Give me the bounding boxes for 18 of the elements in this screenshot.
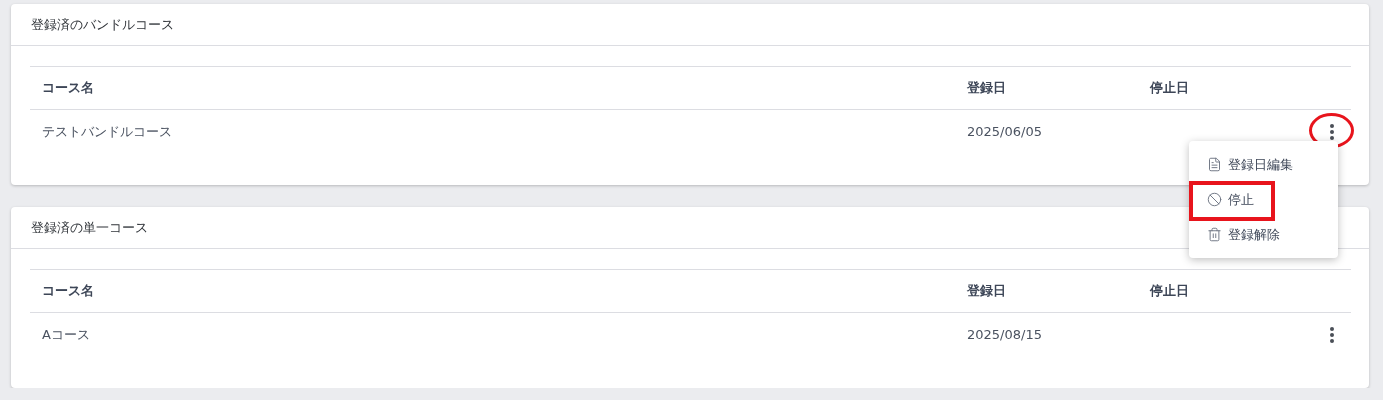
menu-item[interactable]: 停止 (1189, 182, 1338, 217)
column-header: コース名 (30, 270, 955, 313)
column-header: 登録日 (955, 67, 1138, 110)
table-cell-text: 2025/06/05 (966, 123, 1043, 141)
column-header: 登録日 (955, 270, 1138, 313)
card-title: 登録済の単一コース (31, 218, 148, 237)
card-title: 登録済のバンドルコース (31, 15, 174, 34)
table-cell-text: Aコース (41, 325, 91, 344)
column-header: コース名 (30, 67, 955, 110)
column-header: 停止日 (1138, 67, 1291, 110)
trash-icon (1207, 227, 1222, 242)
table-cell-text: テストバンドルコース (41, 122, 173, 141)
column-header: 停止日 (1138, 270, 1291, 313)
document-icon (1207, 157, 1222, 172)
menu-item[interactable]: 登録解除 (1189, 217, 1338, 252)
menu-item[interactable]: 登録日編集 (1189, 147, 1338, 182)
table-cell-text: 2025/08/15 (966, 326, 1043, 344)
ban-icon (1207, 192, 1222, 207)
